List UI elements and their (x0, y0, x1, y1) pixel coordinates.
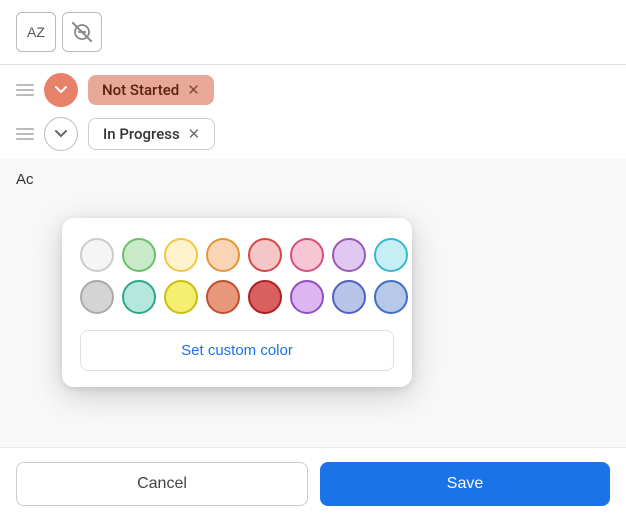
filter-tag-not-started[interactable]: Not Started ✕ (88, 75, 214, 105)
color-cyan-light[interactable] (374, 238, 408, 272)
color-salmon[interactable] (206, 280, 240, 314)
filter-dropdown-btn-1[interactable] (44, 73, 78, 107)
filter-list: Not Started ✕ In Progress ✕ (0, 65, 626, 159)
drag-handle-1[interactable] (16, 84, 34, 96)
color-yellow[interactable] (164, 280, 198, 314)
cancel-button[interactable]: Cancel (16, 462, 308, 506)
color-gray[interactable] (80, 280, 114, 314)
filter-tag-label-1: Not Started (102, 81, 179, 99)
color-picker-popup: Set custom color (62, 218, 412, 387)
drag-handle-2[interactable] (16, 128, 34, 140)
color-pink-light[interactable] (290, 238, 324, 272)
color-grid (80, 238, 394, 314)
filter-dropdown-btn-2[interactable] (44, 117, 78, 151)
color-red-medium[interactable] (248, 280, 282, 314)
filter-row-1: Not Started ✕ (16, 73, 610, 107)
color-teal-light[interactable] (122, 280, 156, 314)
filter-tag-close-1[interactable]: ✕ (187, 81, 200, 99)
color-blue-light[interactable] (374, 280, 408, 314)
toolbar: AZ (0, 0, 626, 65)
color-periwinkle[interactable] (332, 280, 366, 314)
filter-tag-in-progress[interactable]: In Progress ✕ (88, 118, 215, 150)
color-red-light[interactable] (248, 238, 282, 272)
main-area: AZ Not Started ✕ (0, 0, 626, 520)
color-green-light[interactable] (122, 238, 156, 272)
color-white[interactable] (80, 238, 114, 272)
sort-az-icon: AZ (27, 24, 45, 40)
filter-row-2: In Progress ✕ (16, 117, 610, 151)
disabled-icon-button[interactable] (62, 12, 102, 52)
color-yellow-light[interactable] (164, 238, 198, 272)
color-lavender[interactable] (290, 280, 324, 314)
footer-buttons: Cancel Save (0, 447, 626, 520)
filter-tag-close-2[interactable]: ✕ (188, 125, 201, 143)
sort-az-button[interactable]: AZ (16, 12, 56, 52)
bottom-area: Ac (0, 159, 626, 200)
filter-tag-label-2: In Progress (103, 125, 180, 143)
save-button[interactable]: Save (320, 462, 610, 506)
set-custom-color-button[interactable]: Set custom color (80, 330, 394, 371)
disabled-icon (73, 23, 91, 41)
color-purple-light[interactable] (332, 238, 366, 272)
color-orange-light[interactable] (206, 238, 240, 272)
add-button[interactable]: Ac (16, 171, 34, 188)
